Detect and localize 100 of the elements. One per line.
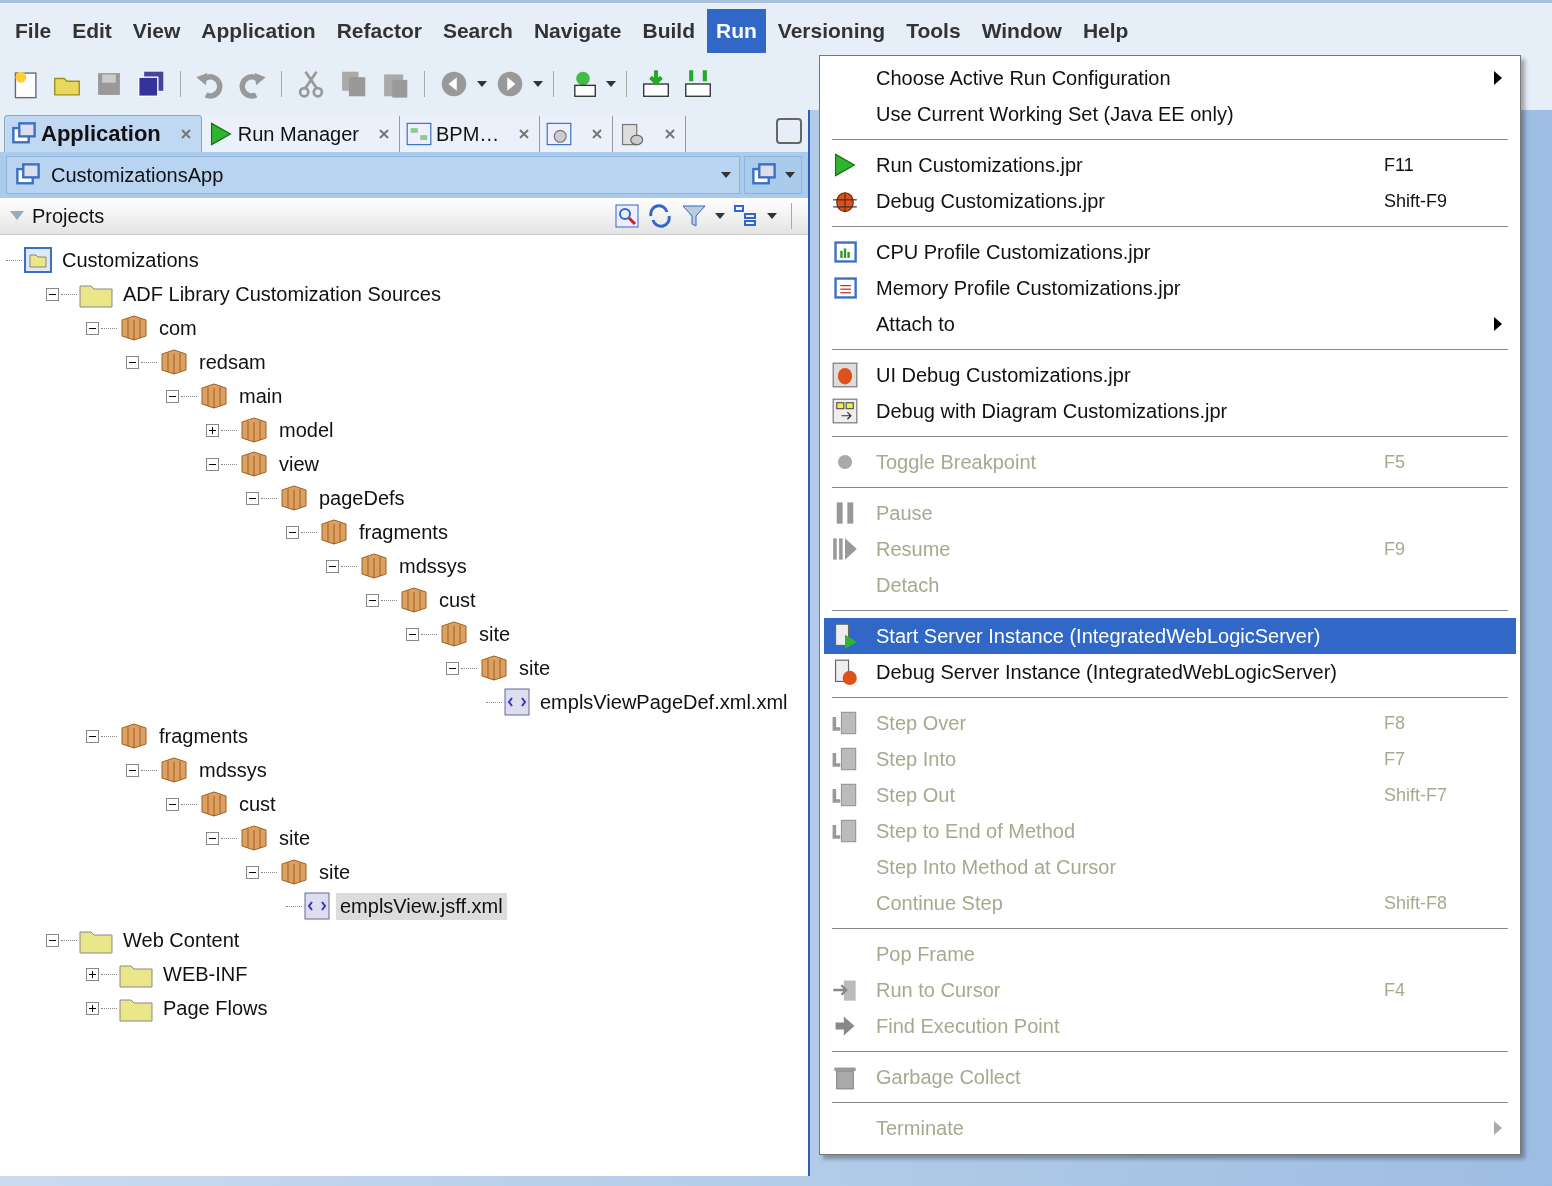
menu-item[interactable]: UI Debug Customizations.jpr (824, 357, 1516, 393)
close-icon[interactable] (180, 129, 191, 139)
tree-item[interactable]: pageDefs (315, 484, 409, 512)
tab[interactable] (540, 116, 614, 152)
expand-toggle[interactable] (86, 967, 99, 981)
collapse-toggle[interactable] (46, 287, 59, 301)
collapse-toggle[interactable] (446, 661, 459, 675)
menu-item[interactable]: Help (1073, 8, 1138, 53)
database-icon (619, 121, 646, 147)
sync-icon[interactable] (647, 204, 673, 228)
collapse-toggle[interactable] (326, 559, 339, 573)
menu-item[interactable]: Versioning (768, 8, 895, 53)
collapse-toggle[interactable] (206, 831, 219, 845)
menu-item[interactable]: Window (972, 8, 1071, 53)
tree-item[interactable]: view (275, 450, 323, 478)
tree-view-icon[interactable] (733, 204, 759, 228)
caret-icon[interactable] (767, 213, 777, 219)
tree-item[interactable]: site (475, 620, 515, 648)
tree-item[interactable]: ADF Library Customization Sources (119, 280, 445, 308)
collapse-toggle[interactable] (246, 491, 259, 505)
tab[interactable]: Run Manager (201, 116, 400, 152)
tree-item[interactable]: main (235, 382, 287, 410)
tab[interactable]: BPM… (399, 116, 541, 152)
plug-icon (546, 121, 573, 147)
collapse-toggle[interactable] (86, 729, 99, 743)
tree-item[interactable]: Page Flows (159, 994, 272, 1022)
menu-item[interactable]: Attach to (824, 306, 1516, 342)
save-all-icon[interactable] (136, 69, 166, 99)
menu-item[interactable]: Memory Profile Customizations.jpr (824, 270, 1516, 306)
close-icon[interactable] (378, 129, 389, 139)
collapse-toggle[interactable] (166, 389, 179, 403)
package-icon (119, 314, 149, 342)
menu-item[interactable]: File (6, 8, 61, 53)
menu-item[interactable]: Debug Server Instance (IntegratedWebLogicServer) (824, 654, 1516, 690)
package-icon (359, 552, 389, 580)
close-icon[interactable] (665, 129, 676, 139)
collapse-toggle[interactable] (246, 865, 259, 879)
menu-item[interactable]: Run (707, 8, 766, 53)
collapse-toggle[interactable] (126, 355, 139, 369)
menu-item[interactable]: Debug with Diagram Customizations.jpr (824, 393, 1516, 429)
menu-item[interactable]: CPU Profile Customizations.jpr (824, 234, 1516, 270)
tree-item[interactable]: fragments (355, 518, 452, 546)
tree-item[interactable]: com (155, 314, 201, 342)
caret-icon[interactable] (477, 81, 487, 87)
menu-item[interactable]: Navigate (524, 8, 631, 53)
filter-icon[interactable] (681, 204, 707, 228)
menu-item[interactable]: Application (192, 8, 325, 53)
tab[interactable]: Application (4, 115, 202, 152)
collapse-toggle[interactable] (166, 797, 179, 811)
application-dropdown[interactable]: CustomizationsApp (6, 156, 740, 194)
forward-icon[interactable] (495, 69, 525, 99)
menu-item[interactable]: Start Server Instance (IntegratedWebLogicServer) (824, 618, 1516, 654)
caret-icon[interactable] (785, 172, 795, 178)
package-icon (239, 416, 269, 444)
minimize-button[interactable] (776, 118, 802, 144)
tab[interactable] (613, 116, 687, 152)
tree-item[interactable]: model (275, 416, 338, 444)
tree-item[interactable]: cust (235, 790, 280, 818)
menu-item[interactable]: Edit (63, 8, 121, 53)
collapse-toggle[interactable] (366, 593, 379, 607)
menu-item[interactable]: Use Current Working Set (Java EE only) (824, 96, 1516, 132)
xml-file-icon (504, 688, 530, 716)
caret-icon[interactable] (606, 81, 616, 87)
menu-item[interactable]: Tools (897, 8, 970, 53)
menu-item[interactable]: Search (433, 8, 522, 53)
close-icon[interactable] (592, 129, 603, 139)
collapse-toggle[interactable] (406, 627, 419, 641)
menu-item[interactable]: Refactor (327, 8, 431, 53)
collapse-toggle[interactable] (126, 763, 139, 777)
tree-item[interactable]: mdssys (395, 552, 471, 580)
layout-button[interactable] (744, 156, 802, 194)
caret-icon[interactable] (533, 81, 543, 87)
tree-item[interactable]: cust (435, 586, 480, 614)
tree-item[interactable]: Customizations (58, 246, 203, 274)
collapse-toggle[interactable] (86, 321, 99, 335)
caret-icon[interactable] (721, 172, 731, 178)
menu-item[interactable]: Build (633, 8, 704, 53)
tree-item[interactable]: mdssys (195, 756, 271, 784)
search-icon[interactable] (615, 204, 639, 228)
tree-item[interactable]: emplsView.jsff.xml (336, 892, 507, 920)
collapse-toggle[interactable] (206, 457, 219, 471)
tree-item[interactable]: Web Content (119, 926, 244, 954)
tree-item[interactable]: site (275, 824, 315, 852)
expand-toggle[interactable] (86, 1001, 99, 1015)
menu-item[interactable]: Debug Customizations.jpr Shift-F9 (824, 183, 1516, 219)
back-icon[interactable] (439, 69, 469, 99)
expand-toggle[interactable] (206, 423, 219, 437)
menu-item[interactable]: Run Customizations.jpr F11 (824, 147, 1516, 183)
tree-item[interactable]: fragments (155, 722, 252, 750)
collapse-toggle[interactable] (46, 933, 59, 947)
close-icon[interactable] (519, 129, 530, 139)
tree-item[interactable]: site (515, 654, 555, 682)
tree-item[interactable]: WEB-INF (159, 960, 252, 988)
package-icon (239, 450, 269, 478)
menu-item[interactable]: View (123, 8, 190, 53)
tree-item[interactable]: emplsViewPageDef.xml.xml (536, 688, 792, 716)
tree-item[interactable]: redsam (195, 348, 270, 376)
collapse-toggle[interactable] (286, 525, 299, 539)
caret-icon[interactable] (715, 213, 725, 219)
tree-item[interactable]: site (315, 858, 355, 886)
